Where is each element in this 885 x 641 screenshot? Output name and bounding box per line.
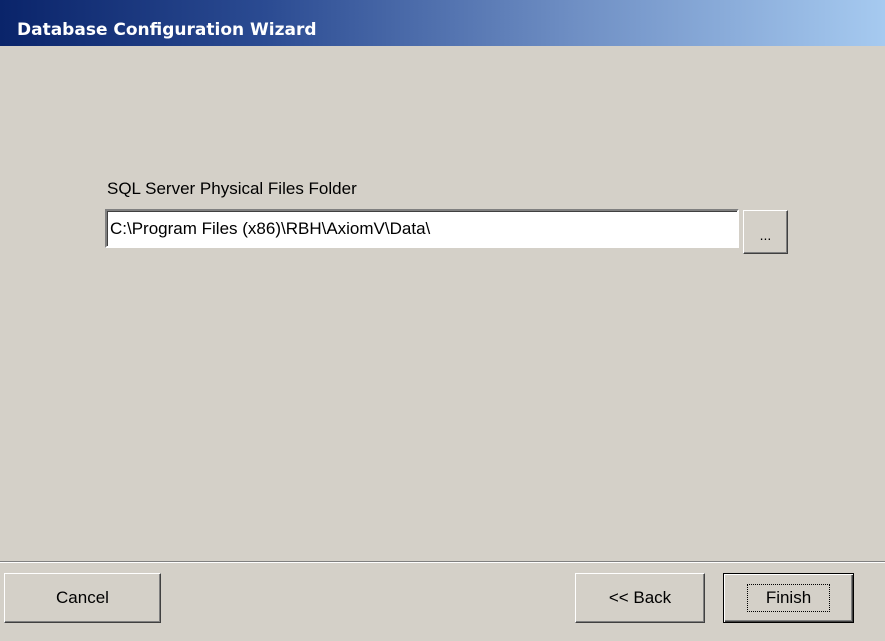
browse-button[interactable]: ... (743, 210, 788, 254)
back-button[interactable]: << Back (575, 573, 705, 623)
cancel-button[interactable]: Cancel (4, 573, 161, 623)
finish-button[interactable]: Finish (723, 573, 854, 623)
folder-label: SQL Server Physical Files Folder (107, 179, 357, 198)
title-bar[interactable]: Database Configuration Wizard (0, 0, 885, 46)
wizard-window: Database Configuration Wizard SQL Server… (0, 0, 885, 641)
folder-path-input[interactable] (105, 209, 739, 248)
window-title: Database Configuration Wizard (17, 20, 317, 40)
footer-separator (0, 561, 885, 563)
finish-button-label: Finish (746, 584, 831, 612)
